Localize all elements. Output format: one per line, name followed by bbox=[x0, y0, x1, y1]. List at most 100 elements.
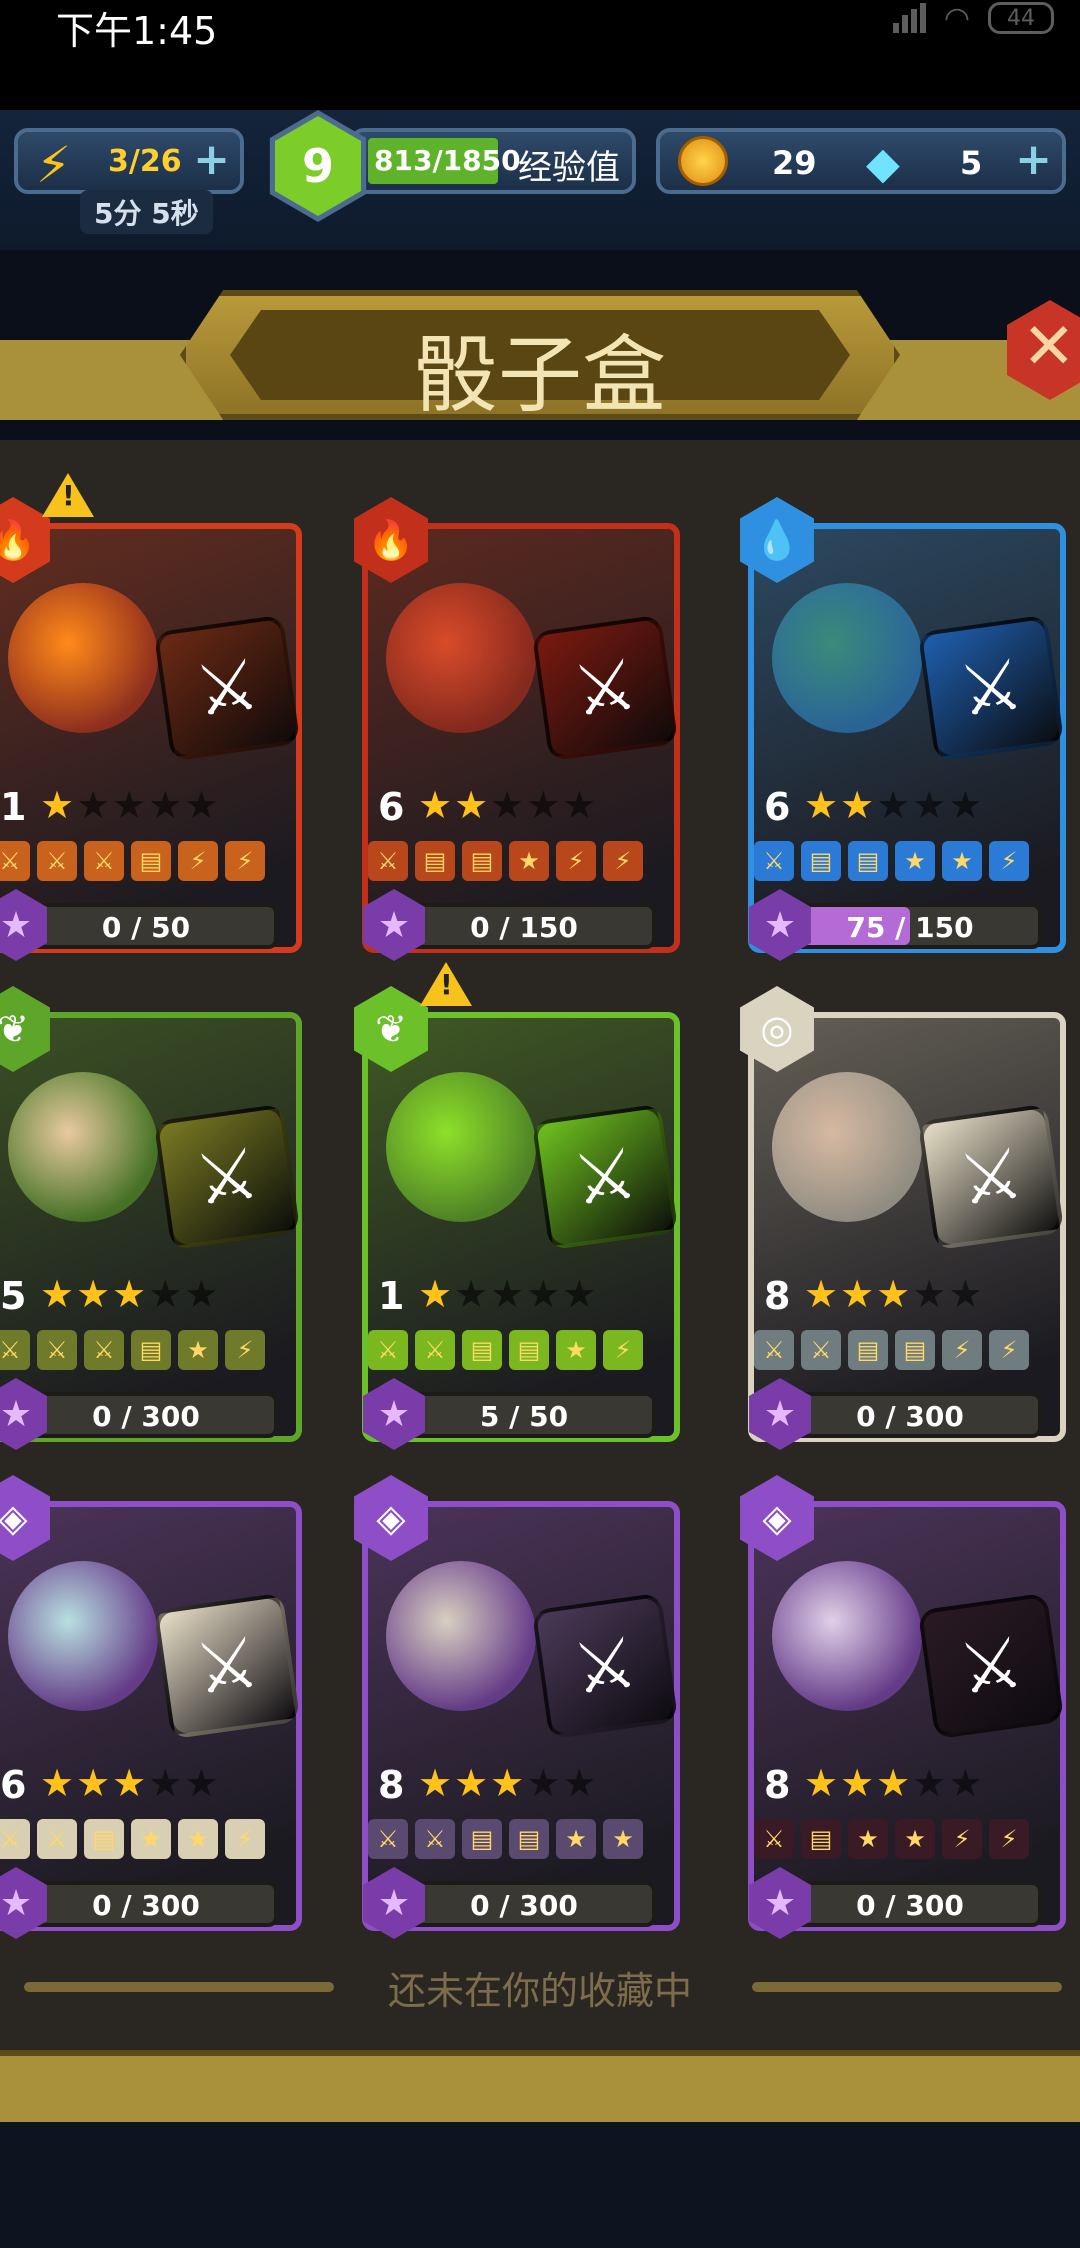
star-rating: ★★★★★ bbox=[804, 1761, 984, 1805]
dice-level: 6 bbox=[0, 1763, 27, 1807]
xp-value: 813/1850 bbox=[374, 144, 521, 177]
face-icon: ⚔ bbox=[0, 1330, 30, 1370]
dice-icon: ⚔ bbox=[153, 1592, 301, 1740]
face-icon: ⚡ bbox=[603, 841, 643, 881]
hero-portrait bbox=[8, 1561, 158, 1711]
dice-level: 8 bbox=[764, 1274, 791, 1318]
hero-portrait bbox=[8, 1072, 158, 1222]
dice-card[interactable]: ⚔ ◎ 8 ★★★★★ ⚔ ⚔ ▤ ▤ ⚡ ⚡ 0 / 300 ★ bbox=[740, 986, 1066, 1450]
face-icon: ▤ bbox=[84, 1819, 124, 1859]
dice-card[interactable]: ⚔ ❦! 1 ★★★★★ ⚔ ⚔ ▤ ▤ ★ ⚡ 5 / 50 ★ bbox=[354, 962, 680, 1450]
xp-bar: 813/1850 经验值 bbox=[350, 128, 636, 194]
star-icon: ★ bbox=[948, 1272, 985, 1316]
face-icon: ★ bbox=[556, 1819, 596, 1859]
warning-icon: ! bbox=[42, 473, 94, 517]
status-bar: 下午1:45 ◠ 44 bbox=[0, 0, 1080, 110]
face-icon: ⚔ bbox=[37, 841, 77, 881]
face-icon: ⚡ bbox=[603, 1330, 643, 1370]
face-icon: ▤ bbox=[801, 841, 841, 881]
face-icon: ▤ bbox=[462, 1330, 502, 1370]
dice-level: 5 bbox=[0, 1274, 27, 1318]
face-icon: ⚡ bbox=[989, 1819, 1029, 1859]
add-gems-button[interactable]: + bbox=[1015, 134, 1052, 185]
card-progress: 0 / 300 bbox=[392, 1881, 656, 1927]
star-icon: ★ bbox=[418, 1272, 455, 1316]
star-icon: ★ bbox=[562, 783, 599, 827]
face-icon: ▤ bbox=[415, 841, 455, 881]
star-icon: ★ bbox=[804, 1761, 841, 1805]
face-icon: ⚡ bbox=[178, 841, 218, 881]
add-energy-button[interactable]: + bbox=[193, 134, 230, 185]
face-icon: ★ bbox=[131, 1819, 171, 1859]
dice-card[interactable]: ⚔ ❦ 5 ★★★★★ ⚔ ⚔ ⚔ ▤ ★ ⚡ 0 / 300 ★ bbox=[0, 986, 302, 1450]
star-icon: ★ bbox=[40, 1761, 77, 1805]
hero-portrait bbox=[386, 583, 536, 733]
star-icon: ★ bbox=[912, 1761, 949, 1805]
hero-portrait bbox=[772, 583, 922, 733]
dice-level: 8 bbox=[764, 1763, 791, 1807]
dice-level: 8 bbox=[378, 1763, 405, 1807]
star-icon: ★ bbox=[490, 1761, 527, 1805]
progress-text: 0 / 50 bbox=[101, 911, 191, 944]
dice-faces: ⚔ ⚔ ▤ ▤ ★ ★ bbox=[368, 1819, 643, 1859]
progress-text: 0 / 300 bbox=[92, 1400, 200, 1433]
dice-card[interactable]: ⚔ 🔥 6 ★★★★★ ⚔ ▤ ▤ ★ ⚡ ⚡ 0 / 150 ★ bbox=[354, 497, 680, 961]
face-icon: ▤ bbox=[509, 1330, 549, 1370]
page-title: 骰子盒 bbox=[413, 326, 666, 424]
card-progress: 0 / 300 bbox=[14, 1881, 278, 1927]
face-icon: ★ bbox=[895, 841, 935, 881]
dice-card[interactable]: ⚔ 🔥! 1 ★★★★★ ⚔ ⚔ ⚔ ▤ ⚡ ⚡ 0 / 50 ★ bbox=[0, 473, 302, 961]
face-icon: ⚡ bbox=[225, 1330, 265, 1370]
dice-level: 1 bbox=[0, 785, 27, 829]
card-progress: 0 / 300 bbox=[778, 1881, 1042, 1927]
hero-portrait bbox=[8, 583, 158, 733]
face-icon: ★ bbox=[942, 841, 982, 881]
star-icon: ★ bbox=[562, 1761, 599, 1805]
diamond-icon: ◆ bbox=[866, 138, 900, 189]
card-progress: 75 / 150 bbox=[778, 903, 1042, 949]
face-icon: ⚔ bbox=[754, 841, 794, 881]
star-rating: ★★★★★ bbox=[804, 783, 984, 827]
dice-faces: ⚔ ▤ ★ ★ ⚡ ⚡ bbox=[754, 1819, 1029, 1859]
hero-portrait bbox=[772, 1561, 922, 1711]
face-icon: ⚡ bbox=[989, 841, 1029, 881]
dice-icon: ⚔ bbox=[153, 1103, 301, 1251]
dice-card[interactable]: ⚔ ◈ 8 ★★★★★ ⚔ ▤ ★ ★ ⚡ ⚡ 0 / 300 ★ bbox=[740, 1475, 1066, 1939]
progress-text: 0 / 300 bbox=[856, 1400, 964, 1433]
dice-level: 1 bbox=[378, 1274, 405, 1318]
face-icon: ⚔ bbox=[415, 1330, 455, 1370]
face-icon: ⚡ bbox=[989, 1330, 1029, 1370]
dice-card[interactable]: ⚔ 💧 6 ★★★★★ ⚔ ▤ ▤ ★ ★ ⚡ 75 / 150 ★ bbox=[740, 497, 1066, 961]
battery-level: 44 bbox=[1007, 5, 1035, 31]
face-icon: ▤ bbox=[801, 1819, 841, 1859]
resource-bar: ⚡ 3/26 + 5分 5秒 813/1850 经验值 9 29 ◆ 5 + bbox=[0, 110, 1080, 250]
face-icon: ⚔ bbox=[84, 1330, 124, 1370]
star-rating: ★★★★★ bbox=[40, 783, 220, 827]
divider-right bbox=[752, 1982, 1062, 1992]
face-icon: ★ bbox=[178, 1330, 218, 1370]
face-icon: ⚔ bbox=[754, 1819, 794, 1859]
bottom-area bbox=[0, 2122, 1080, 2248]
star-icon: ★ bbox=[912, 1272, 949, 1316]
star-icon: ★ bbox=[40, 783, 77, 827]
face-icon: ★ bbox=[603, 1819, 643, 1859]
gem-value: 5 bbox=[960, 144, 983, 182]
dice-faces: ⚔ ⚔ ⚔ ▤ ⚡ ⚡ bbox=[0, 841, 265, 881]
face-icon: ⚔ bbox=[37, 1819, 77, 1859]
dice-level: 6 bbox=[378, 785, 405, 829]
dice-icon: ⚔ bbox=[917, 1103, 1065, 1251]
dice-card[interactable]: ⚔ ◈ 6 ★★★★★ ⚔ ⚔ ▤ ★ ★ ⚡ 0 / 300 ★ bbox=[0, 1475, 302, 1939]
face-icon: ▤ bbox=[462, 841, 502, 881]
dice-level: 6 bbox=[764, 785, 791, 829]
dice-icon: ⚔ bbox=[531, 1592, 679, 1740]
face-icon: ★ bbox=[509, 841, 549, 881]
star-icon: ★ bbox=[490, 1272, 527, 1316]
progress-text: 0 / 150 bbox=[470, 911, 578, 944]
star-rating: ★★★★★ bbox=[418, 1761, 598, 1805]
bottom-frame bbox=[0, 2050, 1080, 2122]
card-progress: 0 / 150 bbox=[392, 903, 656, 949]
face-icon: ★ bbox=[848, 1819, 888, 1859]
dice-card[interactable]: ⚔ ◈ 8 ★★★★★ ⚔ ⚔ ▤ ▤ ★ ★ 0 / 300 ★ bbox=[354, 1475, 680, 1939]
star-rating: ★★★★★ bbox=[418, 783, 598, 827]
star-icon: ★ bbox=[112, 783, 149, 827]
